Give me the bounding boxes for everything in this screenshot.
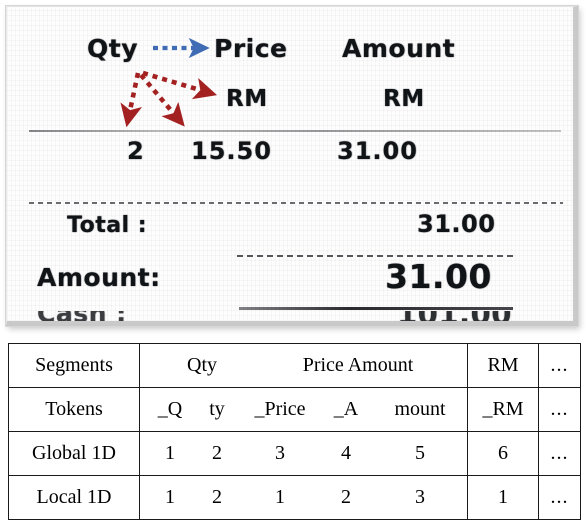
local-1d-cells: 1 2 1 2 3 <box>139 475 468 520</box>
segments-cells: Qty Price Amount <box>139 343 468 388</box>
table-row: Segments Qty Price Amount RM ... <box>8 343 581 388</box>
qty-to-price-value-arrow <box>139 73 185 127</box>
segment-price-amount: Price Amount <box>302 354 414 376</box>
global-1d-value: 2 <box>212 442 222 464</box>
receipt-header-price: Price <box>214 34 288 63</box>
receipt-item-amount: 31.00 <box>337 137 418 165</box>
token-a: _A <box>333 398 359 420</box>
receipt-header-qty: Qty <box>87 34 138 63</box>
global-1d-value: 5 <box>415 442 425 464</box>
receipt-header-separator <box>29 130 561 132</box>
global-1d-ellipsis: ... <box>538 431 581 476</box>
receipt-header-amount: Amount <box>342 34 456 63</box>
local-1d-value: 1 <box>275 486 285 508</box>
segment-rm: RM <box>467 343 539 388</box>
receipt-clipped-label: Cash : <box>37 311 127 321</box>
token-ty: ty <box>209 398 225 420</box>
receipt-total-label: Total : <box>67 213 148 238</box>
receipt-item-qty: 2 <box>127 137 145 165</box>
global-1d-rm: 6 <box>467 431 539 476</box>
table-row: Global 1D 1 2 3 4 5 6 ... <box>8 431 581 476</box>
receipt-total-value: 31.00 <box>417 210 496 238</box>
local-1d-value: 1 <box>165 486 175 508</box>
receipt-clipped-value: 101.00 <box>397 311 512 321</box>
token-ellipsis: ... <box>538 387 581 432</box>
local-1d-value: 3 <box>415 486 425 508</box>
receipt-total-separator <box>29 202 563 204</box>
token-price: _Price <box>254 398 306 420</box>
token-mount: mount <box>394 398 446 420</box>
receipt-clipped-bottom-row: Cash : 101.00 <box>7 311 573 321</box>
token-q: _Q <box>157 398 183 420</box>
receipt-amount-currency: RM <box>383 86 425 112</box>
token-rm: _RM <box>467 387 539 432</box>
row-label-global-1d: Global 1D <box>8 431 140 476</box>
local-1d-rm: 1 <box>467 475 539 520</box>
segment-qty: Qty <box>187 354 217 376</box>
qty-to-quantity-value-arrow <box>120 72 143 128</box>
global-1d-value: 3 <box>275 442 285 464</box>
qty-to-rm-arrow <box>142 70 218 100</box>
receipt-scan-surface: Qty Price Amount RM RM 2 15.50 31.00 Tot… <box>7 7 573 321</box>
local-1d-value: 2 <box>341 486 351 508</box>
receipt-amount-value: 31.00 <box>385 257 492 296</box>
global-1d-value: 4 <box>341 442 351 464</box>
table-row: Local 1D 1 2 1 2 3 1 ... <box>8 475 581 520</box>
receipt-price-currency: RM <box>226 86 268 112</box>
token-segmentation-table: Segments Qty Price Amount RM ... Tokens … <box>8 343 581 520</box>
row-label-tokens: Tokens <box>8 387 140 432</box>
global-1d-cells: 1 2 3 4 5 <box>139 431 468 476</box>
receipt-amount-label: Amount: <box>37 263 161 292</box>
local-1d-value: 2 <box>212 486 222 508</box>
row-label-local-1d: Local 1D <box>8 475 140 520</box>
receipt-amount-underline <box>239 307 513 310</box>
table-row: Tokens _Q ty _Price _A mount _RM ... <box>8 387 581 432</box>
segment-ellipsis: ... <box>538 343 581 388</box>
local-1d-ellipsis: ... <box>538 475 581 520</box>
receipt-item-price: 15.50 <box>191 137 272 165</box>
global-1d-value: 1 <box>165 442 175 464</box>
receipt-image-panel: Qty Price Amount RM RM 2 15.50 31.00 Tot… <box>6 6 578 326</box>
row-label-segments: Segments <box>8 343 140 388</box>
tokens-cells: _Q ty _Price _A mount <box>139 387 468 432</box>
